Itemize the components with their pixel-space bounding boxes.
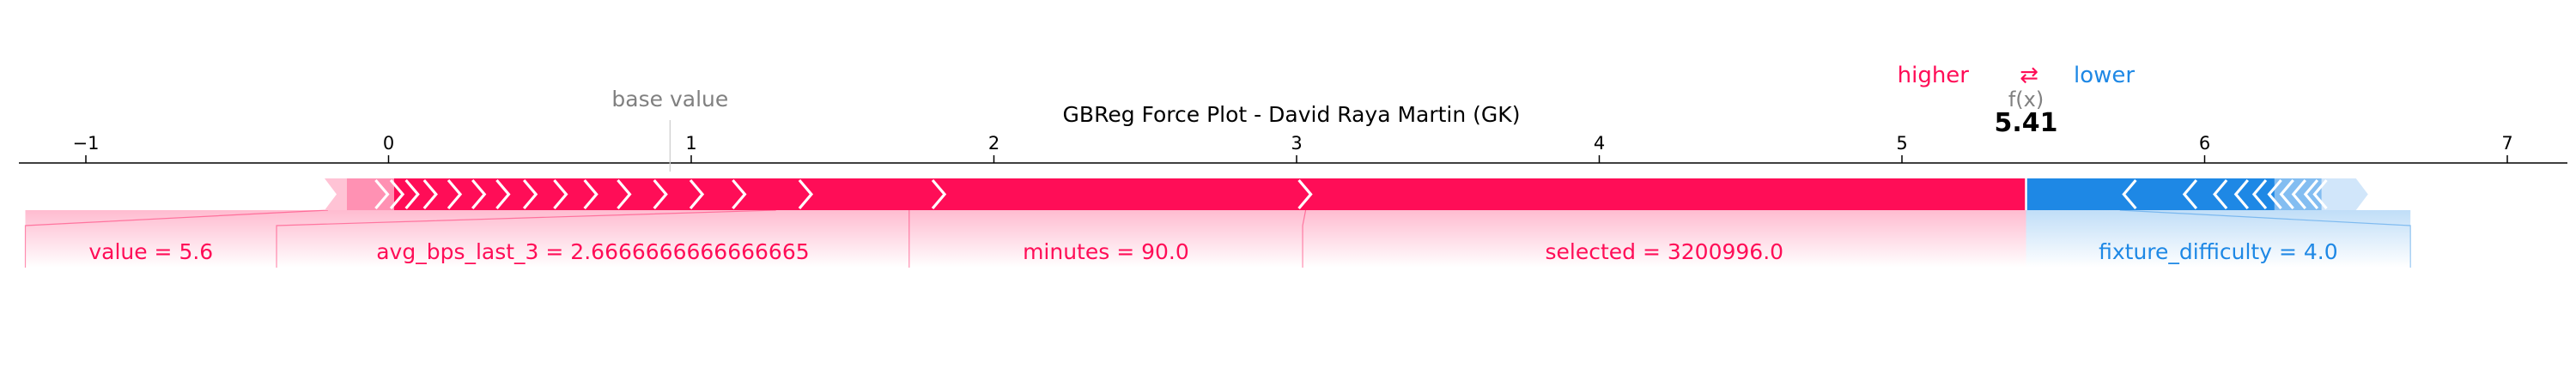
negative-bar-tail — [2321, 178, 2368, 210]
base-value-label: base value — [611, 87, 728, 112]
feature-label: value = 5.6 — [88, 239, 213, 264]
force-plot: higher ⇄ lower base value f(x) GBReg For… — [19, 63, 2567, 268]
x-tick-label: 7 — [2501, 133, 2512, 154]
output-value-label: 5.41 — [1995, 108, 2058, 138]
feature-label: selected = 3200996.0 — [1545, 239, 1783, 264]
chart-title: GBReg Force Plot - David Raya Martin (GK… — [1063, 102, 1521, 127]
x-tick-label: 6 — [2199, 133, 2210, 154]
x-tick-label: 0 — [383, 133, 394, 154]
feature-label: fixture_difficulty = 4.0 — [2099, 239, 2338, 264]
x-tick-label: 4 — [1594, 133, 1605, 154]
legend-higher: higher — [1898, 63, 1970, 88]
x-tick-label: 3 — [1291, 133, 1302, 154]
legend-swap-icon: ⇄ — [2020, 63, 2038, 88]
x-tick-label: 2 — [988, 133, 999, 154]
x-tick-label: −1 — [73, 133, 100, 154]
feature-label: avg_bps_last_3 = 2.6666666666666665 — [376, 239, 809, 264]
x-tick-label: 5 — [1896, 133, 1907, 154]
legend-lower: lower — [2074, 63, 2135, 88]
x-tick-label: 1 — [685, 133, 696, 154]
x-axis-ticks: −1 0 1 2 3 4 5 6 7 — [73, 133, 2513, 163]
positive-bar — [347, 178, 2026, 210]
feature-label: minutes = 90.0 — [1023, 239, 1189, 264]
